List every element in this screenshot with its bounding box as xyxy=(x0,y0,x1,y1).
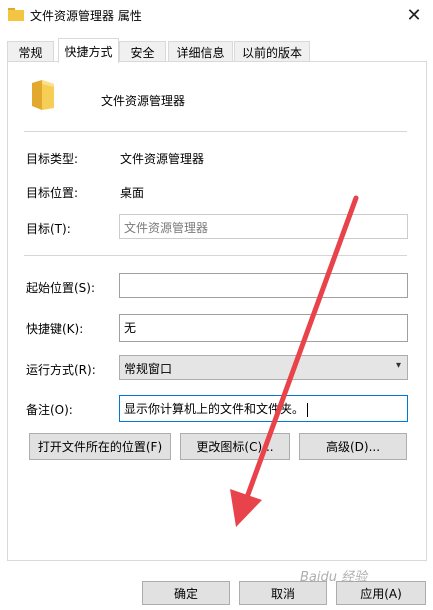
tab-label: 常规 xyxy=(18,45,43,60)
app-name: 文件资源管理器 xyxy=(101,94,186,108)
start-in-field[interactable] xyxy=(119,273,408,298)
tab-previous-versions[interactable]: 以前的版本 xyxy=(234,41,310,62)
tab-general[interactable]: 常规 xyxy=(7,41,54,62)
change-icon-button[interactable]: 更改图标(C)... xyxy=(180,433,290,460)
comment-text: 显示你计算机上的文件和文件夹。 xyxy=(124,402,305,416)
divider xyxy=(24,131,407,132)
title-bar: 文件资源管理器 属性 ✕ xyxy=(0,0,433,30)
run-label: 运行方式(R): xyxy=(26,363,96,377)
tab-label: 快捷方式 xyxy=(64,44,113,59)
shortcut-key-label: 快捷键(K): xyxy=(26,322,84,336)
target-label: 目标(T): xyxy=(26,222,71,236)
tab-security[interactable]: 安全 xyxy=(119,41,166,62)
target-type-label: 目标类型: xyxy=(26,152,79,166)
watermark-text: Baidu 经验 xyxy=(300,570,368,585)
button-label: 取消 xyxy=(270,586,295,601)
tab-shortcut[interactable]: 快捷方式 xyxy=(58,38,119,63)
tab-label: 以前的版本 xyxy=(241,45,302,60)
ok-button[interactable]: 确定 xyxy=(142,581,230,605)
tab-bar: 常规 快捷方式 安全 详细信息 以前的版本 xyxy=(7,38,427,63)
target-field[interactable]: 文件资源管理器 xyxy=(119,214,408,239)
target-type-value: 文件资源管理器 xyxy=(120,152,205,166)
divider xyxy=(24,255,407,256)
button-label: 应用(A) xyxy=(360,586,402,601)
close-button[interactable]: ✕ xyxy=(395,0,433,30)
run-select-value: 常规窗口 xyxy=(124,362,173,376)
tab-details[interactable]: 详细信息 xyxy=(168,41,233,62)
tab-label: 详细信息 xyxy=(176,45,225,60)
comment-label: 备注(O): xyxy=(26,403,73,417)
start-in-label: 起始位置(S): xyxy=(26,281,96,295)
tab-panel xyxy=(7,61,427,561)
button-label: 确定 xyxy=(173,586,198,601)
close-icon: ✕ xyxy=(406,4,422,26)
tab-label: 安全 xyxy=(130,45,155,60)
folder-icon xyxy=(32,80,54,110)
button-label: 打开文件所在的位置(F) xyxy=(37,440,163,454)
chevron-down-icon: ▾ xyxy=(395,360,401,371)
button-label: 高级(D)... xyxy=(325,440,381,454)
button-label: 更改图标(C)... xyxy=(196,440,274,454)
text-cursor xyxy=(307,402,309,417)
open-file-location-button[interactable]: 打开文件所在的位置(F) xyxy=(29,433,171,460)
target-location-label: 目标位置: xyxy=(26,186,79,200)
folder-icon xyxy=(8,8,24,21)
shortcut-key-field[interactable]: 无 xyxy=(119,314,408,342)
advanced-button[interactable]: 高级(D)... xyxy=(299,433,407,460)
run-select[interactable]: 常规窗口 ▾ xyxy=(119,355,408,380)
window-title: 文件资源管理器 属性 xyxy=(30,9,142,23)
comment-field[interactable]: 显示你计算机上的文件和文件夹。 xyxy=(119,395,408,422)
target-location-value: 桌面 xyxy=(120,186,145,200)
